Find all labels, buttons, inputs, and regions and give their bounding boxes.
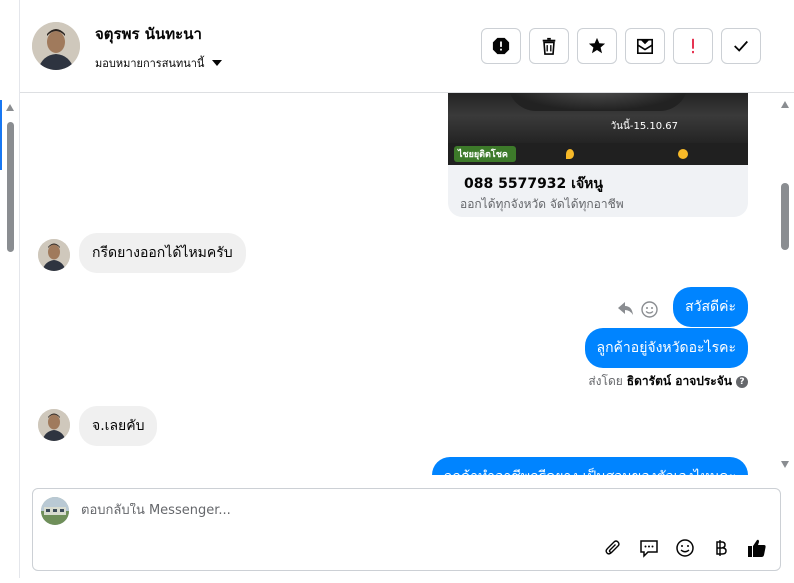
assign-conversation-dropdown[interactable]: มอบหมายการสนทนานี้ <box>95 54 223 72</box>
contact-avatar[interactable] <box>32 22 80 70</box>
exclamation-icon <box>692 38 694 54</box>
smile-icon <box>676 539 694 557</box>
reply-icon[interactable] <box>617 301 635 317</box>
follow-up-button[interactable] <box>673 28 713 64</box>
sent-by-prefix: ส่งโดย <box>588 374 623 388</box>
outgoing-message[interactable]: สวัสดีค่ะ <box>673 287 748 327</box>
sender-avatar[interactable] <box>38 409 70 441</box>
conversation-header: จตุรพร นันทะนา มอบหมายการสนทนานี้ <box>20 0 794 93</box>
sender-avatar[interactable] <box>38 239 70 271</box>
sent-by-name[interactable]: ธิดารัตน์ อาจประจัน <box>627 372 732 391</box>
scroll-down-arrow-icon[interactable] <box>781 461 789 468</box>
mark-unread-button[interactable] <box>625 28 665 64</box>
payment-button[interactable] <box>710 537 732 559</box>
card-title: 088 5577932 เจ๊หนู <box>464 176 603 192</box>
saved-replies-button[interactable] <box>638 537 660 559</box>
shared-post-image[interactable]: วันนี้-15.10.67 ไชยยุติตโชค <box>448 93 748 165</box>
active-indicator <box>0 100 2 170</box>
check-icon <box>734 40 748 52</box>
assign-label: มอบหมายการสนทนานี้ <box>95 57 205 70</box>
paperclip-icon <box>605 540 620 555</box>
promo-logo: ไชยยุติตโชค <box>454 146 516 162</box>
phone-icon <box>678 149 688 159</box>
promo-date: วันนี้-15.10.67 <box>610 121 678 132</box>
shared-post-card[interactable]: วันนี้-15.10.67 ไชยยุติตโชค 088 5577932 … <box>448 93 748 217</box>
left-scrollbar-thumb[interactable] <box>7 122 14 252</box>
outgoing-message[interactable]: ลูกค้าทำอาชีพกรีดยาง เป็นสวนของตัวเองไหม… <box>431 457 748 475</box>
emoji-button[interactable] <box>674 537 696 559</box>
star-icon <box>588 37 606 54</box>
thread-scrollbar[interactable] <box>776 93 794 475</box>
like-button[interactable] <box>746 537 768 559</box>
header-actions <box>481 28 761 64</box>
star-button[interactable] <box>577 28 617 64</box>
map-pin-icon <box>566 149 574 159</box>
card-subtitle: ออกได้ทุกจังหวัด จัดได้ทุกอาชีพ <box>460 197 624 211</box>
contact-name[interactable]: จตุรพร นันทะนา <box>95 22 202 46</box>
messenger-inbox-window: จตุรพร นันทะนา มอบหมายการสนทนานี้ วันนี้… <box>0 0 794 583</box>
message-thread[interactable]: วันนี้-15.10.67 ไชยยุติตโชค 088 5577932 … <box>20 93 776 475</box>
incoming-message[interactable]: กรีดยางออกได้ไหมครับ <box>79 233 246 273</box>
attach-button[interactable] <box>602 537 624 559</box>
envelope-icon <box>636 38 654 55</box>
mark-done-button[interactable] <box>721 28 761 64</box>
delete-button[interactable] <box>529 28 569 64</box>
bottom-edge <box>0 578 794 583</box>
thread-scrollbar-thumb[interactable] <box>781 183 789 250</box>
incoming-message[interactable]: จ.เลยคับ <box>79 406 158 446</box>
outgoing-message[interactable]: ลูกค้าอยู่จังหวัดอะไรคะ <box>584 328 748 368</box>
left-scroll-strip <box>0 0 20 583</box>
report-button[interactable] <box>481 28 521 64</box>
thumbs-up-icon <box>748 539 766 557</box>
baht-icon <box>716 540 727 556</box>
speech-bubble-icon <box>640 540 658 558</box>
caret-down-icon <box>212 60 223 66</box>
composer-tools <box>602 537 768 559</box>
scroll-up-arrow-icon[interactable] <box>6 104 14 111</box>
car-graphic <box>508 93 688 111</box>
alert-octagon-icon <box>492 37 510 55</box>
page-avatar <box>41 497 69 525</box>
scroll-up-arrow-icon[interactable] <box>781 101 789 108</box>
smile-icon[interactable] <box>641 301 658 318</box>
sent-by-label: ส่งโดย ธิดารัตน์ อาจประจัน ? <box>588 372 748 391</box>
question-icon[interactable]: ? <box>736 375 748 388</box>
reply-composer <box>32 488 781 571</box>
reply-input[interactable] <box>81 503 681 518</box>
trash-icon <box>542 37 556 55</box>
